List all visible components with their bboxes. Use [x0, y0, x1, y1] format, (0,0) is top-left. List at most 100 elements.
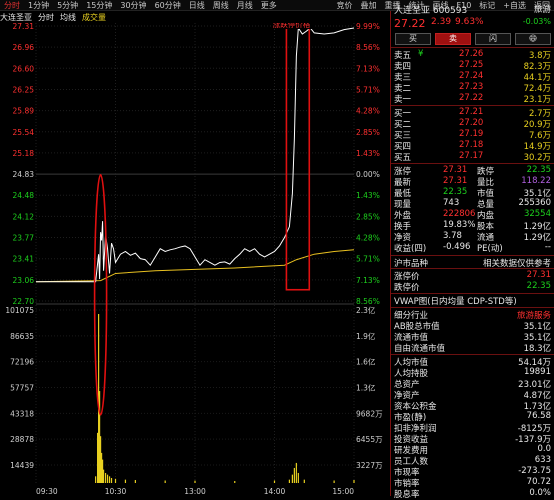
bid-price: 27.21 [459, 107, 484, 117]
intraday-chart[interactable]: 27.31 9.99% 26.96 8.56% 26.60 7.13% 26.25 5.71%… [0, 23, 390, 496]
stat-value: -0.496 [443, 242, 471, 252]
volume-tick-left: 72196 [10, 358, 34, 367]
pct-tick-right: 1.43% [356, 149, 380, 158]
fundamental-row: 研发费用 0.0 [391, 444, 554, 456]
ask-price: 27.23 [459, 82, 484, 92]
pct-change: 9.63% [455, 17, 484, 27]
volume-tick-right: 1.3亿 [356, 383, 376, 393]
pct-tick-right: 4.28% [356, 107, 380, 116]
period-tab-6[interactable]: 日线 [185, 0, 209, 10]
stock-title-row: 大连圣亚 600593 旅游 [391, 3, 554, 16]
industry-row: 细分行业 旅游服务 [391, 309, 554, 321]
volume-tick-right: 3227万 [356, 461, 383, 470]
stat-row: 涨停 27.31 跌停 22.35 [391, 165, 554, 177]
period-tab-5[interactable]: 60分钟 [151, 0, 185, 10]
price-tick-left: 25.54 [13, 128, 35, 137]
fundamental-row: 市盈(静) 76.58 [391, 411, 554, 423]
volume-tick-left: 14439 [10, 461, 34, 470]
ask-row: 卖三 27.24 44.1万 [391, 71, 554, 83]
limit-label: 跌停价 [394, 283, 420, 293]
tool-button-1[interactable]: 叠加 [357, 0, 381, 10]
price-tick-left: 25.18 [13, 149, 35, 158]
period-tab-8[interactable]: 月线 [233, 0, 257, 10]
pct-tick-right: 9.99% [356, 23, 380, 31]
industry-tag: 旅游 [533, 5, 551, 15]
fundamental-row: 员工人数 633 [391, 455, 554, 467]
volume-tick-left: 28878 [10, 435, 34, 444]
divider [391, 293, 554, 294]
fundamental-label: 股息率 [394, 490, 420, 500]
price-tick-left: 26.60 [13, 64, 35, 73]
pct-tick-right: 1.43% [356, 191, 380, 200]
stat-row: 外盘 222806 内盘 32554 [391, 209, 554, 221]
stat-row: 净资 3.78 流通 1.29亿 [391, 231, 554, 243]
stat-value: -- [544, 242, 551, 252]
ask-price: 27.24 [459, 71, 484, 81]
period-tab-2[interactable]: 5分钟 [53, 0, 82, 10]
stat-row: 收益(四) -0.496 PE(动) -- [391, 242, 554, 254]
price-tick-left: 26.25 [13, 85, 35, 94]
price-tick-left: 25.89 [13, 107, 35, 116]
fundamental-row: 人均持股 19891 [391, 367, 554, 379]
period-tab-0[interactable]: 分时 [0, 0, 24, 10]
pct-tick-right: 7.13% [356, 64, 380, 73]
ask-volume: 23.1万 [523, 95, 551, 105]
pct-tick-right: 2.85% [356, 128, 380, 137]
stock-name-label: 大连圣亚 [0, 12, 32, 22]
ask-price: 27.22 [459, 93, 484, 103]
price-tick-left: 23.77 [13, 234, 35, 243]
bid-label: 买五 [394, 153, 412, 163]
bid-row: 买四 27.18 14.9万 [391, 140, 554, 152]
fundamental-row: 人均市值 54.14万 [391, 356, 554, 368]
fundamental-row: 投资收益 -137.9万 [391, 433, 554, 445]
speed-value: -0.03% [522, 17, 551, 26]
pct-tick-right: 5.71% [356, 85, 380, 94]
bid-row: 买一 27.21 2.7万 [391, 107, 554, 119]
pct-tick-right: 4.28% [356, 234, 380, 243]
price-line [36, 26, 355, 283]
bid-row: 买三 27.19 7.6万 [391, 129, 554, 141]
stat-value: 255360 [518, 198, 551, 208]
fundamental-value: 0.0% [529, 488, 551, 498]
hk-row: 沪市品种 相关数据仅供参考 [391, 257, 554, 269]
pct-tick-right: 5.71% [356, 255, 380, 264]
fundamental-value: 76.58 [526, 411, 551, 421]
fundamental-value: 633 [534, 455, 551, 465]
fundamental-row: 自由流通市值 18.3亿 [391, 342, 554, 354]
time-tick: 09:30 [36, 487, 58, 496]
price-tick-left: 26.96 [13, 43, 35, 52]
divider [391, 307, 554, 308]
vwap-label: VWAP图(日内均量 CDP-STD等) [394, 297, 517, 307]
buy-button[interactable]: 买 [395, 33, 431, 45]
price-tick-left: 24.12 [13, 212, 35, 221]
ask-flag: ¥ [418, 49, 424, 59]
divider [391, 268, 554, 269]
time-tick: 13:00 [184, 487, 206, 496]
flash-button[interactable]: 闪 [475, 33, 511, 45]
price-tick-left: 27.31 [13, 23, 35, 31]
tool-button-0[interactable]: 竞价 [333, 0, 357, 10]
volume-tick-left: 86635 [10, 332, 34, 341]
price-tick-left: 24.48 [13, 191, 35, 200]
price-tick-left: 23.06 [13, 276, 35, 285]
avg-legend: 均线 [60, 12, 76, 22]
period-tab-1[interactable]: 1分钟 [24, 0, 53, 10]
sell-button[interactable]: 卖 [435, 33, 471, 45]
stat-value: 22.35 [526, 165, 551, 175]
fundamental-row: 净资产 4.87亿 [391, 389, 554, 401]
stat-row: 换手 19.83% 股本 1.29亿 [391, 220, 554, 232]
period-tab-9[interactable]: 更多 [257, 0, 281, 10]
stat-row: 最低 22.35 市值 35.1亿 [391, 187, 554, 199]
period-tab-7[interactable]: 周线 [209, 0, 233, 10]
volume-tick-left: 101075 [5, 306, 34, 315]
period-tab-3[interactable]: 15分钟 [82, 0, 116, 10]
ask-price: 27.25 [459, 60, 484, 70]
pct-tick-right: 8.56% [356, 297, 380, 306]
pct-tick-right: 0.00% [356, 170, 380, 179]
ask-price: 27.26 [459, 49, 484, 59]
emoji-button[interactable]: 😄 [515, 33, 551, 45]
period-tab-4[interactable]: 30分钟 [116, 0, 150, 10]
limit-row: 跌停价 22.35 [391, 281, 554, 293]
bid-price: 27.19 [459, 129, 484, 139]
pct-tick-right: 2.85% [356, 212, 380, 221]
